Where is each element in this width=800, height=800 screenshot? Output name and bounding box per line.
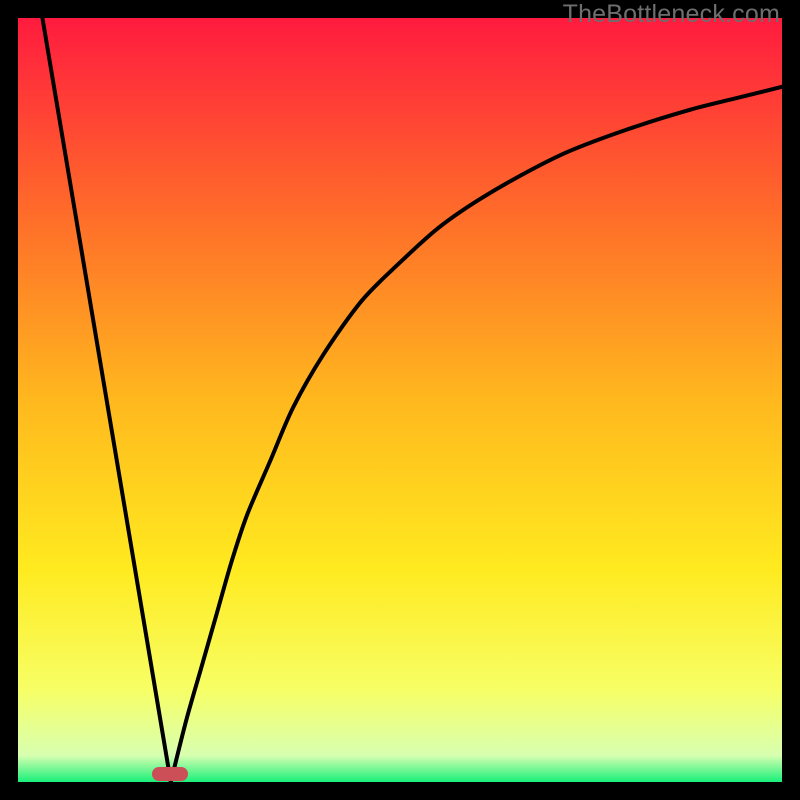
- chart-frame: [18, 18, 782, 782]
- bottleneck-chart: [18, 18, 782, 782]
- optimal-marker: [152, 767, 188, 781]
- gradient-background: [18, 18, 782, 782]
- watermark-text: TheBottleneck.com: [563, 0, 780, 29]
